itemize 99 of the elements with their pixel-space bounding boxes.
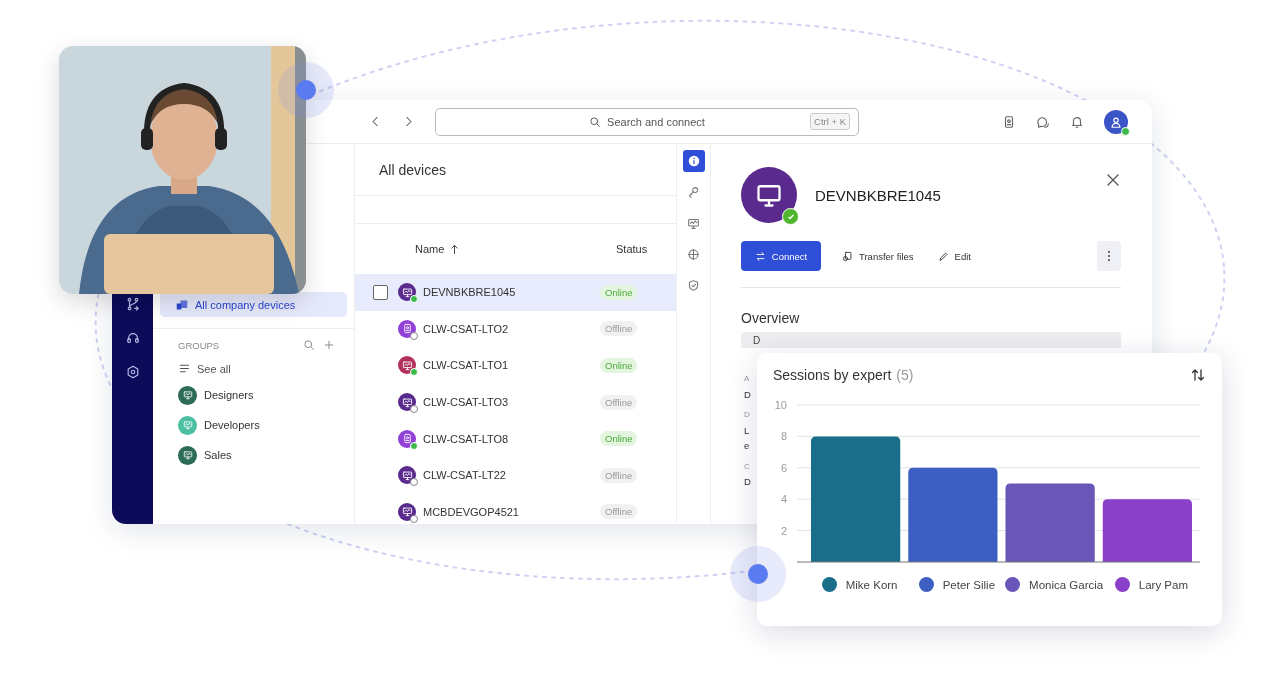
legend-label: Peter Silie (942, 578, 996, 591)
checkbox[interactable] (373, 284, 388, 300)
online-dot (1121, 126, 1130, 136)
pencil-icon (937, 250, 949, 262)
all-devices-item[interactable]: All company devices (160, 292, 347, 317)
headset-icon[interactable] (125, 331, 140, 345)
y-tick-label: 2 (780, 524, 787, 537)
detail-text-fragment: C (744, 460, 750, 473)
search-icon[interactable] (303, 339, 315, 351)
shortcut-key: Ctrl + K (810, 112, 850, 130)
sort-arrow-icon (449, 243, 461, 255)
chat-icon[interactable] (1036, 114, 1050, 129)
detail-text-fragment: A (744, 373, 750, 385)
device-name: MCBDEVGOP4521 (423, 505, 520, 518)
search-field[interactable]: Search and connect Ctrl + K (435, 107, 859, 136)
swap-arrows-icon (754, 250, 766, 262)
search-icon (589, 115, 602, 128)
column-header[interactable]: Name (415, 243, 445, 255)
group-item[interactable]: Developers (160, 415, 347, 435)
legend-label: Lary Pam (1138, 578, 1188, 591)
detail-text-fragment: D (744, 387, 751, 402)
info-icon (687, 155, 700, 167)
sort-icon[interactable] (1190, 367, 1206, 383)
device-row[interactable]: CLW-CSAT-LTO3 Offline (355, 383, 676, 421)
y-tick-label: 8 (780, 430, 787, 443)
monitor-icon (401, 286, 413, 298)
group-item[interactable]: Designers (160, 385, 347, 405)
phone-icon (401, 433, 413, 445)
device-name: DEVNBKBRE1045 (423, 286, 517, 299)
connector-dot (730, 546, 786, 602)
section-title: Overview (741, 310, 801, 326)
device-row[interactable]: MCBDEVGOP4521 Offline (355, 493, 676, 524)
device-name: CLW-CSAT-LTO8 (423, 432, 510, 445)
status-pill: Online (600, 358, 638, 373)
list-icon (178, 362, 191, 375)
detail-text-fragment: D (744, 475, 751, 489)
device-name: CLW-CSAT-LT22 (423, 469, 507, 482)
connect-button[interactable]: Connect (741, 241, 821, 271)
device-row[interactable]: CLW-CSAT-LTO8 Online (355, 420, 676, 457)
branch-icon[interactable] (125, 297, 140, 311)
device-name: CLW-CSAT-LTO2 (423, 322, 510, 335)
card-title: Sessions by expert (773, 367, 892, 383)
y-tick-label: 4 (780, 493, 787, 506)
user-avatar[interactable] (1104, 109, 1128, 134)
panel-title: All devices (355, 144, 676, 196)
devices-icon (176, 298, 188, 311)
user-icon (1109, 114, 1123, 129)
key-icon (687, 185, 700, 199)
device-row[interactable]: CLW-CSAT-LT22 Offline (355, 456, 676, 494)
column-header[interactable]: Status (616, 243, 648, 255)
monitor-icon (182, 420, 193, 430)
transfer-button[interactable]: Transfer files (839, 241, 917, 271)
group-name: Sales (204, 449, 232, 461)
legend-label: Mike Korn (845, 578, 898, 591)
close-icon[interactable] (1105, 172, 1121, 188)
edit-button[interactable]: Edit (934, 241, 974, 271)
settings-icon[interactable] (125, 365, 140, 379)
y-tick-label: 6 (780, 461, 787, 474)
status-pill: Offline (600, 504, 638, 520)
device-name: CLW-CSAT-LTO3 (423, 396, 510, 409)
shield-icon (687, 278, 700, 292)
see-all-link[interactable]: See all (160, 351, 347, 375)
phone-icon (401, 323, 413, 335)
monitor-icon (401, 469, 413, 481)
monitor-icon (182, 450, 193, 460)
more-icon (1107, 250, 1111, 262)
monitor-icon (401, 506, 413, 518)
monitor-icon (401, 360, 413, 371)
file-icon (842, 250, 853, 262)
info-tab[interactable] (682, 150, 705, 172)
status-pill: Online (600, 284, 638, 300)
section-label: GROUPS (178, 339, 220, 351)
section-header[interactable]: D (741, 332, 1121, 348)
group-name: Designers (204, 389, 254, 401)
detail-text-fragment: D (744, 409, 750, 421)
status-pill: Offline (600, 467, 638, 483)
device-name: CLW-CSAT-LTO1 (423, 359, 510, 372)
connector-dot (278, 62, 334, 118)
bell-icon[interactable] (1070, 114, 1084, 129)
search-placeholder: Search and connect (607, 115, 705, 128)
detail-text-fragment: L (744, 423, 750, 438)
status-pill: Offline (600, 321, 638, 337)
y-tick-label: 10 (774, 399, 787, 411)
group-item[interactable]: Sales (160, 445, 347, 465)
device-title: DEVNBKBRE1045 (815, 186, 941, 204)
legend-label: Monica Garcia (1029, 578, 1104, 591)
monitor-icon (401, 396, 413, 408)
grid-icon (687, 247, 700, 261)
device-row[interactable]: CLW-CSAT-LTO1 Online (355, 347, 676, 384)
monitor-icon (182, 390, 193, 400)
group-name: Developers (204, 419, 260, 431)
status-pill: Offline (600, 394, 638, 410)
device-row[interactable]: CLW-CSAT-LTO2 Offline (355, 310, 676, 348)
detail-text-fragment: e (744, 439, 750, 453)
monitor-icon (687, 216, 700, 230)
count-label: (5) (896, 367, 914, 383)
status-pill: Online (600, 431, 638, 447)
device-row[interactable]: DEVNBKBRE1045 Online (355, 274, 676, 311)
contact-card-icon[interactable] (1002, 114, 1016, 129)
